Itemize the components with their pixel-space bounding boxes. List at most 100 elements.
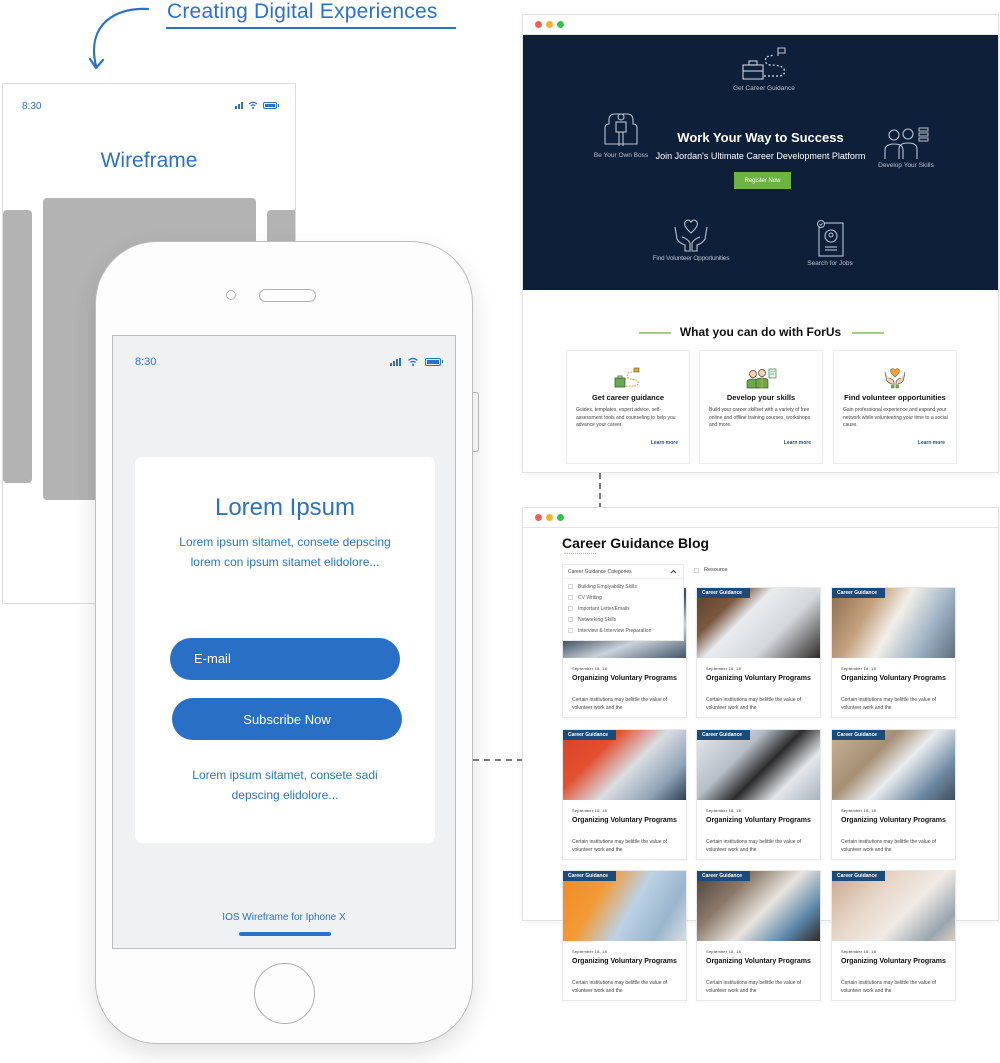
phone-status-icons bbox=[390, 357, 443, 366]
browser-title-bar bbox=[523, 15, 998, 35]
post-category-badge[interactable]: Career Guidance bbox=[832, 588, 886, 598]
feature-description: Build your career skillset with a variet… bbox=[709, 407, 811, 428]
post-category-badge[interactable]: Career Guidance bbox=[832, 730, 886, 740]
post-image[interactable]: Career Guidance bbox=[697, 588, 820, 658]
post-title[interactable]: Organizing Voluntary Programs bbox=[706, 816, 812, 826]
hero-item-label: Develop Your Skills bbox=[878, 162, 934, 169]
category-label: Important Letter/Emails bbox=[578, 605, 630, 612]
post-excerpt: Certain institutions may belittle the va… bbox=[572, 839, 668, 853]
window-maximize-dot[interactable] bbox=[557, 21, 564, 28]
post-title[interactable]: Organizing Voluntary Programs bbox=[841, 957, 947, 967]
blog-post-card[interactable]: Career Guidance September 18, 18 Organizin… bbox=[696, 870, 821, 1001]
window-close-dot[interactable] bbox=[535, 514, 542, 521]
hero-item-career-guidance[interactable]: Get Career Guidance bbox=[719, 47, 809, 92]
category-label: Building Emplyability Skills bbox=[578, 583, 637, 590]
hero-item-search-jobs[interactable]: Search for Jobs bbox=[795, 220, 865, 267]
register-now-button[interactable]: Register Now bbox=[734, 172, 791, 189]
feature-card: Develop your skills Build your career sk… bbox=[699, 350, 823, 464]
phone-home-button[interactable] bbox=[254, 963, 315, 1024]
hero-title: Work Your Way to Success bbox=[677, 130, 844, 145]
checkbox[interactable] bbox=[568, 628, 573, 633]
post-title[interactable]: Organizing Voluntary Programs bbox=[706, 674, 812, 684]
window-minimize-dot[interactable] bbox=[546, 21, 553, 28]
post-category-badge[interactable]: Career Guidance bbox=[563, 730, 617, 740]
post-title[interactable]: Organizing Voluntary Programs bbox=[841, 674, 947, 684]
hero-item-volunteer[interactable]: Find Volunteer Opportunities bbox=[641, 217, 741, 262]
post-title[interactable]: Organizing Voluntary Programs bbox=[572, 674, 678, 684]
curved-arrow-icon bbox=[88, 7, 150, 70]
hero-item-label: Search for Jobs bbox=[807, 260, 853, 267]
category-option[interactable]: Interview & Interview Preparation bbox=[563, 625, 683, 636]
learn-more-link[interactable]: Learn more bbox=[918, 440, 945, 446]
checkbox[interactable] bbox=[568, 584, 573, 589]
wireframe-title: Wireframe bbox=[100, 149, 198, 172]
learn-more-link[interactable]: Learn more bbox=[651, 440, 678, 446]
post-title[interactable]: Organizing Voluntary Programs bbox=[572, 957, 678, 967]
feature-title: Get career guidance bbox=[591, 393, 665, 402]
headline-underline bbox=[166, 27, 456, 29]
signal-icon bbox=[390, 357, 401, 366]
post-image[interactable]: Career Guidance bbox=[563, 871, 686, 941]
wireframe-time: 8:30 bbox=[22, 101, 42, 112]
post-title[interactable]: Organizing Voluntary Programs bbox=[841, 816, 947, 826]
post-date: September 18, 18 bbox=[841, 808, 876, 813]
phone-screen: 8:30 Lorem Ipsum Lorem ipsum sitamet, co… bbox=[112, 335, 456, 949]
resource-filter[interactable]: Resource bbox=[694, 567, 728, 573]
category-option[interactable]: Building Emplyability Skills bbox=[563, 581, 683, 592]
blog-post-card[interactable]: Career Guidance September 18, 18 Organizin… bbox=[831, 587, 956, 718]
phone-camera bbox=[226, 290, 236, 300]
card-title: Lorem Ipsum bbox=[214, 494, 356, 521]
people-chart-icon bbox=[746, 368, 777, 389]
phone-speaker bbox=[259, 289, 316, 302]
checkbox[interactable] bbox=[568, 595, 573, 600]
checkbox[interactable] bbox=[568, 617, 573, 622]
section-title-line-right bbox=[852, 332, 884, 334]
subscribe-button[interactable]: Subscribe Now bbox=[172, 698, 402, 740]
window-maximize-dot[interactable] bbox=[557, 514, 564, 521]
post-title[interactable]: Organizing Voluntary Programs bbox=[706, 957, 812, 967]
post-title[interactable]: Organizing Voluntary Programs bbox=[572, 816, 678, 826]
category-option[interactable]: Important Letter/Emails bbox=[563, 603, 683, 614]
blog-post-card[interactable]: Career Guidance September 18, 18 Organizin… bbox=[562, 870, 687, 1001]
post-date: September 18, 18 bbox=[706, 666, 741, 671]
id-badge-icon bbox=[817, 220, 844, 257]
post-category-badge[interactable]: Career Guidance bbox=[563, 871, 617, 881]
window-minimize-dot[interactable] bbox=[546, 514, 553, 521]
hands-heart-icon bbox=[884, 368, 906, 389]
post-image[interactable]: Career Guidance bbox=[832, 730, 955, 800]
blog-post-card[interactable]: Career Guidance September 18, 18 Organizin… bbox=[831, 729, 956, 860]
post-category-badge[interactable]: Career Guidance bbox=[697, 730, 751, 740]
card-footer-text: Lorem ipsum sitamet, consete sadi depsci… bbox=[192, 768, 378, 802]
blog-post-card[interactable]: Career Guidance September 18, 18 Organizin… bbox=[831, 870, 956, 1001]
wifi-icon bbox=[408, 357, 418, 366]
post-image[interactable]: Career Guidance bbox=[697, 871, 820, 941]
categories-dropdown-header[interactable]: Career Guidance Categories bbox=[563, 565, 683, 579]
post-image[interactable]: Career Guidance bbox=[832, 871, 955, 941]
post-image[interactable]: Career Guidance bbox=[563, 730, 686, 800]
category-option[interactable]: Networking Skills bbox=[563, 614, 683, 625]
post-category-badge[interactable]: Career Guidance bbox=[697, 588, 751, 598]
category-option[interactable]: CV Writing bbox=[563, 592, 683, 603]
blog-post-card[interactable]: Career Guidance September 18, 18 Organizin… bbox=[562, 729, 687, 860]
resource-label: Resource bbox=[704, 567, 728, 573]
categories-label: Career Guidance Categories bbox=[568, 568, 632, 575]
post-category-badge[interactable]: Career Guidance bbox=[832, 871, 886, 881]
email-input[interactable] bbox=[170, 638, 400, 680]
wifi-icon bbox=[248, 101, 258, 109]
post-category-badge[interactable]: Career Guidance bbox=[697, 871, 751, 881]
hero-section: Get Career Guidance Be Your Own Boss Dev… bbox=[523, 35, 998, 290]
categories-dropdown[interactable]: Career Guidance Categories Building Empl… bbox=[562, 564, 684, 641]
section-title: What you can do with ForUs bbox=[679, 325, 842, 339]
briefcase-path-icon bbox=[742, 47, 786, 80]
window-close-dot[interactable] bbox=[535, 21, 542, 28]
blog-post-card[interactable]: Career Guidance September 18, 18 Organizin… bbox=[696, 587, 821, 718]
post-image[interactable]: Career Guidance bbox=[697, 730, 820, 800]
learn-more-link[interactable]: Learn more bbox=[784, 440, 811, 446]
checkbox[interactable] bbox=[568, 606, 573, 611]
feature-description: Guides, templates, expert advice, self-a… bbox=[576, 407, 676, 428]
hands-heart-icon bbox=[674, 219, 708, 252]
blog-post-card[interactable]: Career Guidance September 18, 18 Organizin… bbox=[696, 729, 821, 860]
checkbox[interactable] bbox=[694, 567, 699, 573]
post-image[interactable]: Career Guidance bbox=[832, 588, 955, 658]
category-label: Networking Skills bbox=[578, 616, 617, 623]
